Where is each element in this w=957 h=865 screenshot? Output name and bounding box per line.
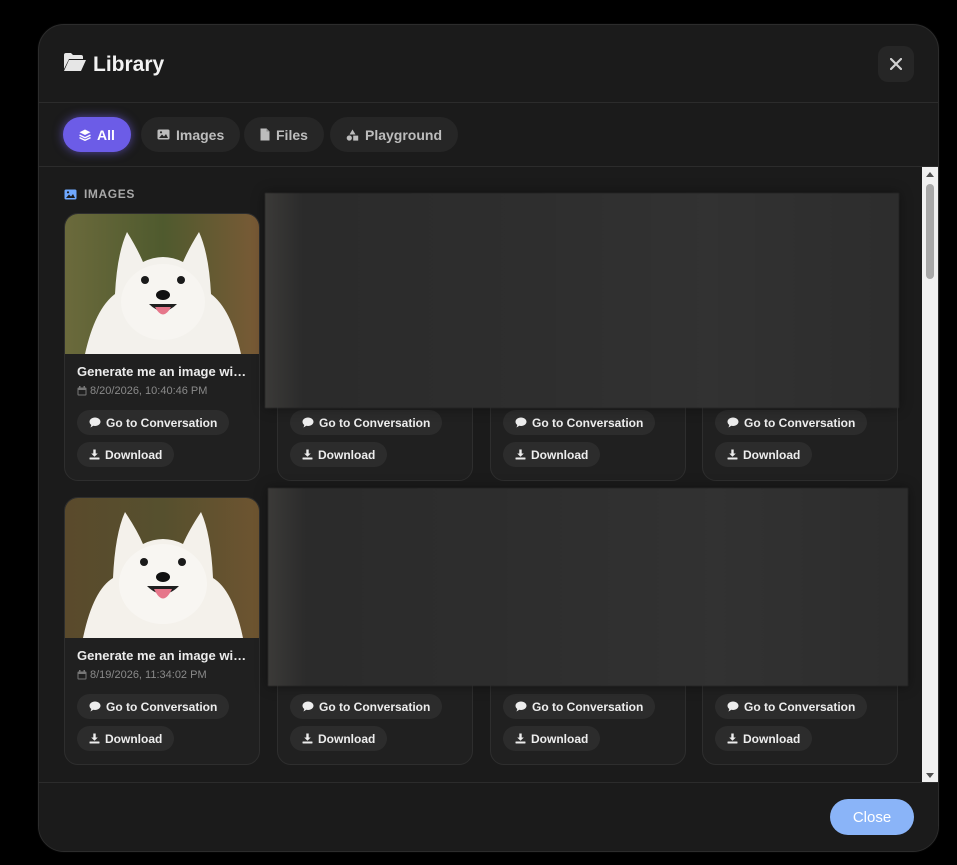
calendar-icon (77, 670, 87, 680)
folder-open-icon (63, 52, 87, 78)
blurred-overlay (268, 488, 908, 686)
scroll-up-arrow-icon[interactable] (922, 167, 938, 181)
go-to-conversation-label: Go to Conversation (532, 415, 644, 430)
generated-image-thumbnail[interactable] (65, 498, 259, 638)
scrollbar-thumb[interactable] (926, 184, 934, 279)
modal-header: Library (39, 25, 938, 103)
go-to-conversation-label: Go to Conversation (106, 415, 218, 430)
card-date: 8/19/2026, 11:34:02 PM (77, 669, 207, 681)
tab-all-label: All (97, 126, 115, 143)
go-to-conversation-button[interactable]: Go to Conversation (715, 694, 868, 719)
download-button[interactable]: Download (77, 442, 175, 467)
tab-images-label: Images (176, 126, 225, 143)
scroll-down-arrow-icon[interactable] (922, 768, 938, 782)
go-to-conversation-label: Go to Conversation (106, 699, 218, 714)
download-icon (302, 449, 313, 460)
go-to-conversation-button[interactable]: Go to Conversation (290, 694, 443, 719)
download-label: Download (531, 447, 589, 462)
go-to-conversation-button[interactable]: Go to Conversation (503, 694, 656, 719)
download-button[interactable]: Download (503, 726, 601, 751)
tab-all[interactable]: All (63, 117, 131, 152)
download-icon (727, 733, 738, 744)
tab-playground[interactable]: Playground (330, 117, 459, 152)
image-card: Generate me an image with… 8/20/2026, 10… (64, 213, 260, 481)
download-button[interactable]: Download (715, 442, 813, 467)
modal-title-text: Library (93, 53, 165, 76)
library-content: IMAGES Generate me an image with… 8/20/2… (39, 167, 922, 782)
download-label: Download (105, 447, 163, 462)
download-icon (515, 449, 526, 460)
section-label: IMAGES (84, 187, 135, 201)
go-to-conversation-label: Go to Conversation (744, 415, 856, 430)
filter-tabs: All Images Files Playground (39, 102, 938, 167)
tab-files-label: Files (276, 126, 308, 143)
close-button[interactable]: Close (830, 799, 914, 835)
image-card: Generate me an image with… 8/19/2026, 11… (64, 497, 260, 765)
tab-playground-label: Playground (365, 126, 443, 143)
tab-images[interactable]: Images (141, 117, 241, 152)
chat-bubble-icon (515, 417, 527, 428)
download-icon (302, 733, 313, 744)
download-button[interactable]: Download (503, 442, 601, 467)
download-label: Download (743, 447, 801, 462)
download-icon (515, 733, 526, 744)
chat-bubble-icon (89, 701, 101, 712)
card-date-text: 8/20/2026, 10:40:46 PM (90, 385, 208, 397)
download-button[interactable]: Download (290, 726, 388, 751)
modal-title: Library (63, 52, 164, 78)
chat-bubble-icon (89, 417, 101, 428)
tab-files[interactable]: Files (244, 117, 324, 152)
card-date: 8/20/2026, 10:40:46 PM (77, 385, 207, 397)
download-icon (89, 449, 100, 460)
go-to-conversation-label: Go to Conversation (532, 699, 644, 714)
download-icon (727, 449, 738, 460)
go-to-conversation-button[interactable]: Go to Conversation (77, 694, 230, 719)
images-section-header: IMAGES (64, 187, 135, 201)
download-button[interactable]: Download (715, 726, 813, 751)
image-icon (157, 129, 170, 140)
generated-image-thumbnail[interactable] (65, 214, 259, 354)
download-label: Download (743, 731, 801, 746)
image-icon (64, 189, 77, 199)
download-icon (89, 733, 100, 744)
chat-bubble-icon (302, 701, 314, 712)
layers-icon (79, 129, 91, 141)
close-icon-button[interactable] (878, 46, 914, 82)
download-label: Download (318, 731, 376, 746)
chat-bubble-icon (302, 417, 314, 428)
download-label: Download (105, 731, 163, 746)
go-to-conversation-button[interactable]: Go to Conversation (715, 410, 868, 435)
go-to-conversation-button[interactable]: Go to Conversation (77, 410, 230, 435)
card-title: Generate me an image with… (77, 648, 249, 663)
shapes-icon (346, 129, 359, 141)
chat-bubble-icon (727, 417, 739, 428)
calendar-icon (77, 386, 87, 396)
chat-bubble-icon (727, 701, 739, 712)
download-button[interactable]: Download (77, 726, 175, 751)
download-button[interactable]: Download (290, 442, 388, 467)
go-to-conversation-button[interactable]: Go to Conversation (290, 410, 443, 435)
close-icon (890, 58, 902, 70)
go-to-conversation-label: Go to Conversation (319, 699, 431, 714)
modal-footer: Close (39, 782, 938, 851)
card-title: Generate me an image with… (77, 364, 249, 379)
card-date-text: 8/19/2026, 11:34:02 PM (90, 669, 207, 681)
go-to-conversation-label: Go to Conversation (744, 699, 856, 714)
chat-bubble-icon (515, 701, 527, 712)
go-to-conversation-button[interactable]: Go to Conversation (503, 410, 656, 435)
blurred-overlay (265, 193, 899, 408)
library-modal: Library All Images Files Playground IMAG… (38, 24, 939, 852)
file-icon (260, 128, 270, 141)
download-label: Download (318, 447, 376, 462)
vertical-scrollbar[interactable] (922, 167, 938, 782)
go-to-conversation-label: Go to Conversation (319, 415, 431, 430)
download-label: Download (531, 731, 589, 746)
